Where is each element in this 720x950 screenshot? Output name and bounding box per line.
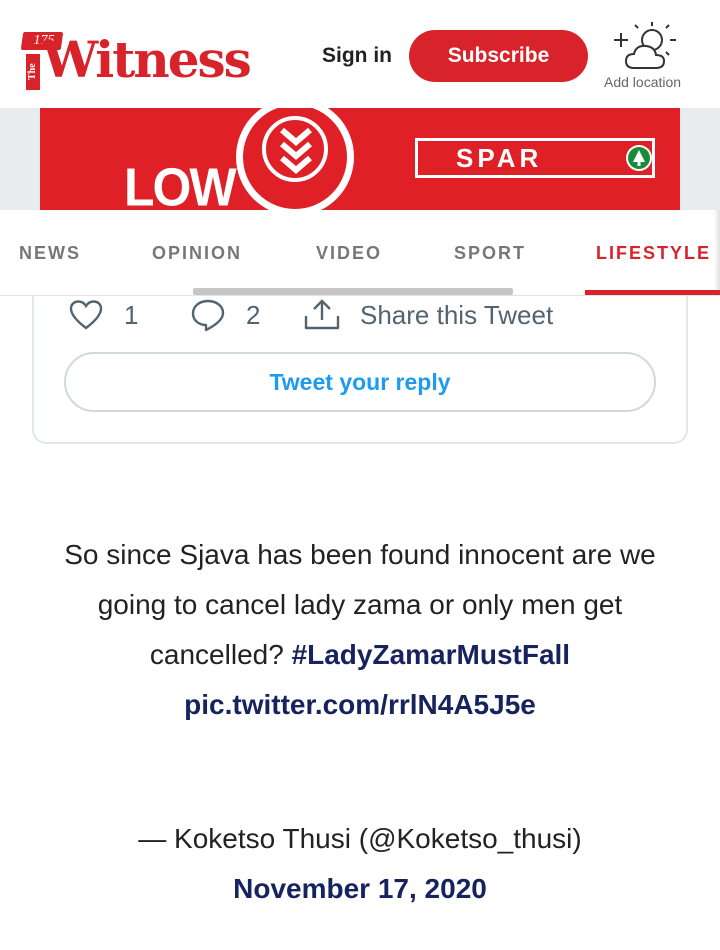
hashtag-link[interactable]: #LadyZamarMustFall (292, 639, 571, 670)
tweet-reply-button[interactable]: Tweet your reply (64, 352, 656, 412)
spar-logo: SPAR (415, 138, 655, 178)
nav-lifestyle[interactable]: LIFESTYLE (596, 243, 711, 264)
attribution-author: — Koketso Thusi (@Koketso_thusi) (138, 823, 582, 854)
tweet-attribution: — Koketso Thusi (@Koketso_thusi) Novembe… (60, 814, 660, 914)
nav-scroll-thumb[interactable] (193, 288, 513, 295)
nav-active-indicator (585, 290, 720, 295)
reply-count: 2 (246, 299, 261, 330)
site-header: 175 The Witness Sign in Subscribe Add lo… (0, 0, 720, 108)
partly-cloudy-icon (614, 22, 676, 69)
tweet-quote: So since Sjava has been found innocent a… (60, 530, 660, 730)
nav-sport[interactable]: SPORT (454, 243, 526, 264)
nav-video[interactable]: VIDEO (316, 243, 382, 264)
add-location-widget[interactable]: Add location (600, 18, 710, 98)
share-label: Share this Tweet (360, 299, 554, 330)
badge-the: The (26, 54, 40, 90)
ad-band: LOW SPAR (0, 108, 720, 210)
comment-icon (191, 299, 225, 332)
spar-tree-icon (626, 145, 652, 171)
like-action[interactable]: 1 (68, 298, 138, 332)
nav-opinion[interactable]: OPINION (152, 243, 242, 264)
spar-advertisement[interactable]: LOW SPAR (40, 108, 680, 210)
logo-wordmark: Witness (42, 30, 252, 89)
down-chevrons-icon (280, 127, 312, 174)
ad-low-text: LOW (124, 156, 237, 210)
nav-news[interactable]: NEWS (19, 243, 81, 264)
heart-icon (69, 300, 103, 330)
site-logo[interactable]: 175 The Witness (16, 24, 278, 90)
tweet-date-link[interactable]: November 17, 2020 (60, 864, 660, 914)
pic-link[interactable]: pic.twitter.com/rrlN4A5J5e (184, 689, 536, 720)
like-count: 1 (124, 299, 139, 330)
subscribe-button[interactable]: Subscribe (409, 30, 588, 82)
add-location-label: Add location (604, 74, 682, 90)
section-nav: NEWS OPINION VIDEO SPORT LIFESTYLE (0, 210, 720, 296)
reply-action[interactable]: 2 (190, 298, 260, 332)
nav-scroll-fade (714, 210, 720, 290)
share-action[interactable]: Share this Tweet (302, 298, 553, 332)
spar-wordmark: SPAR (456, 143, 543, 173)
sign-in-link[interactable]: Sign in (322, 44, 392, 68)
share-icon (304, 299, 340, 330)
